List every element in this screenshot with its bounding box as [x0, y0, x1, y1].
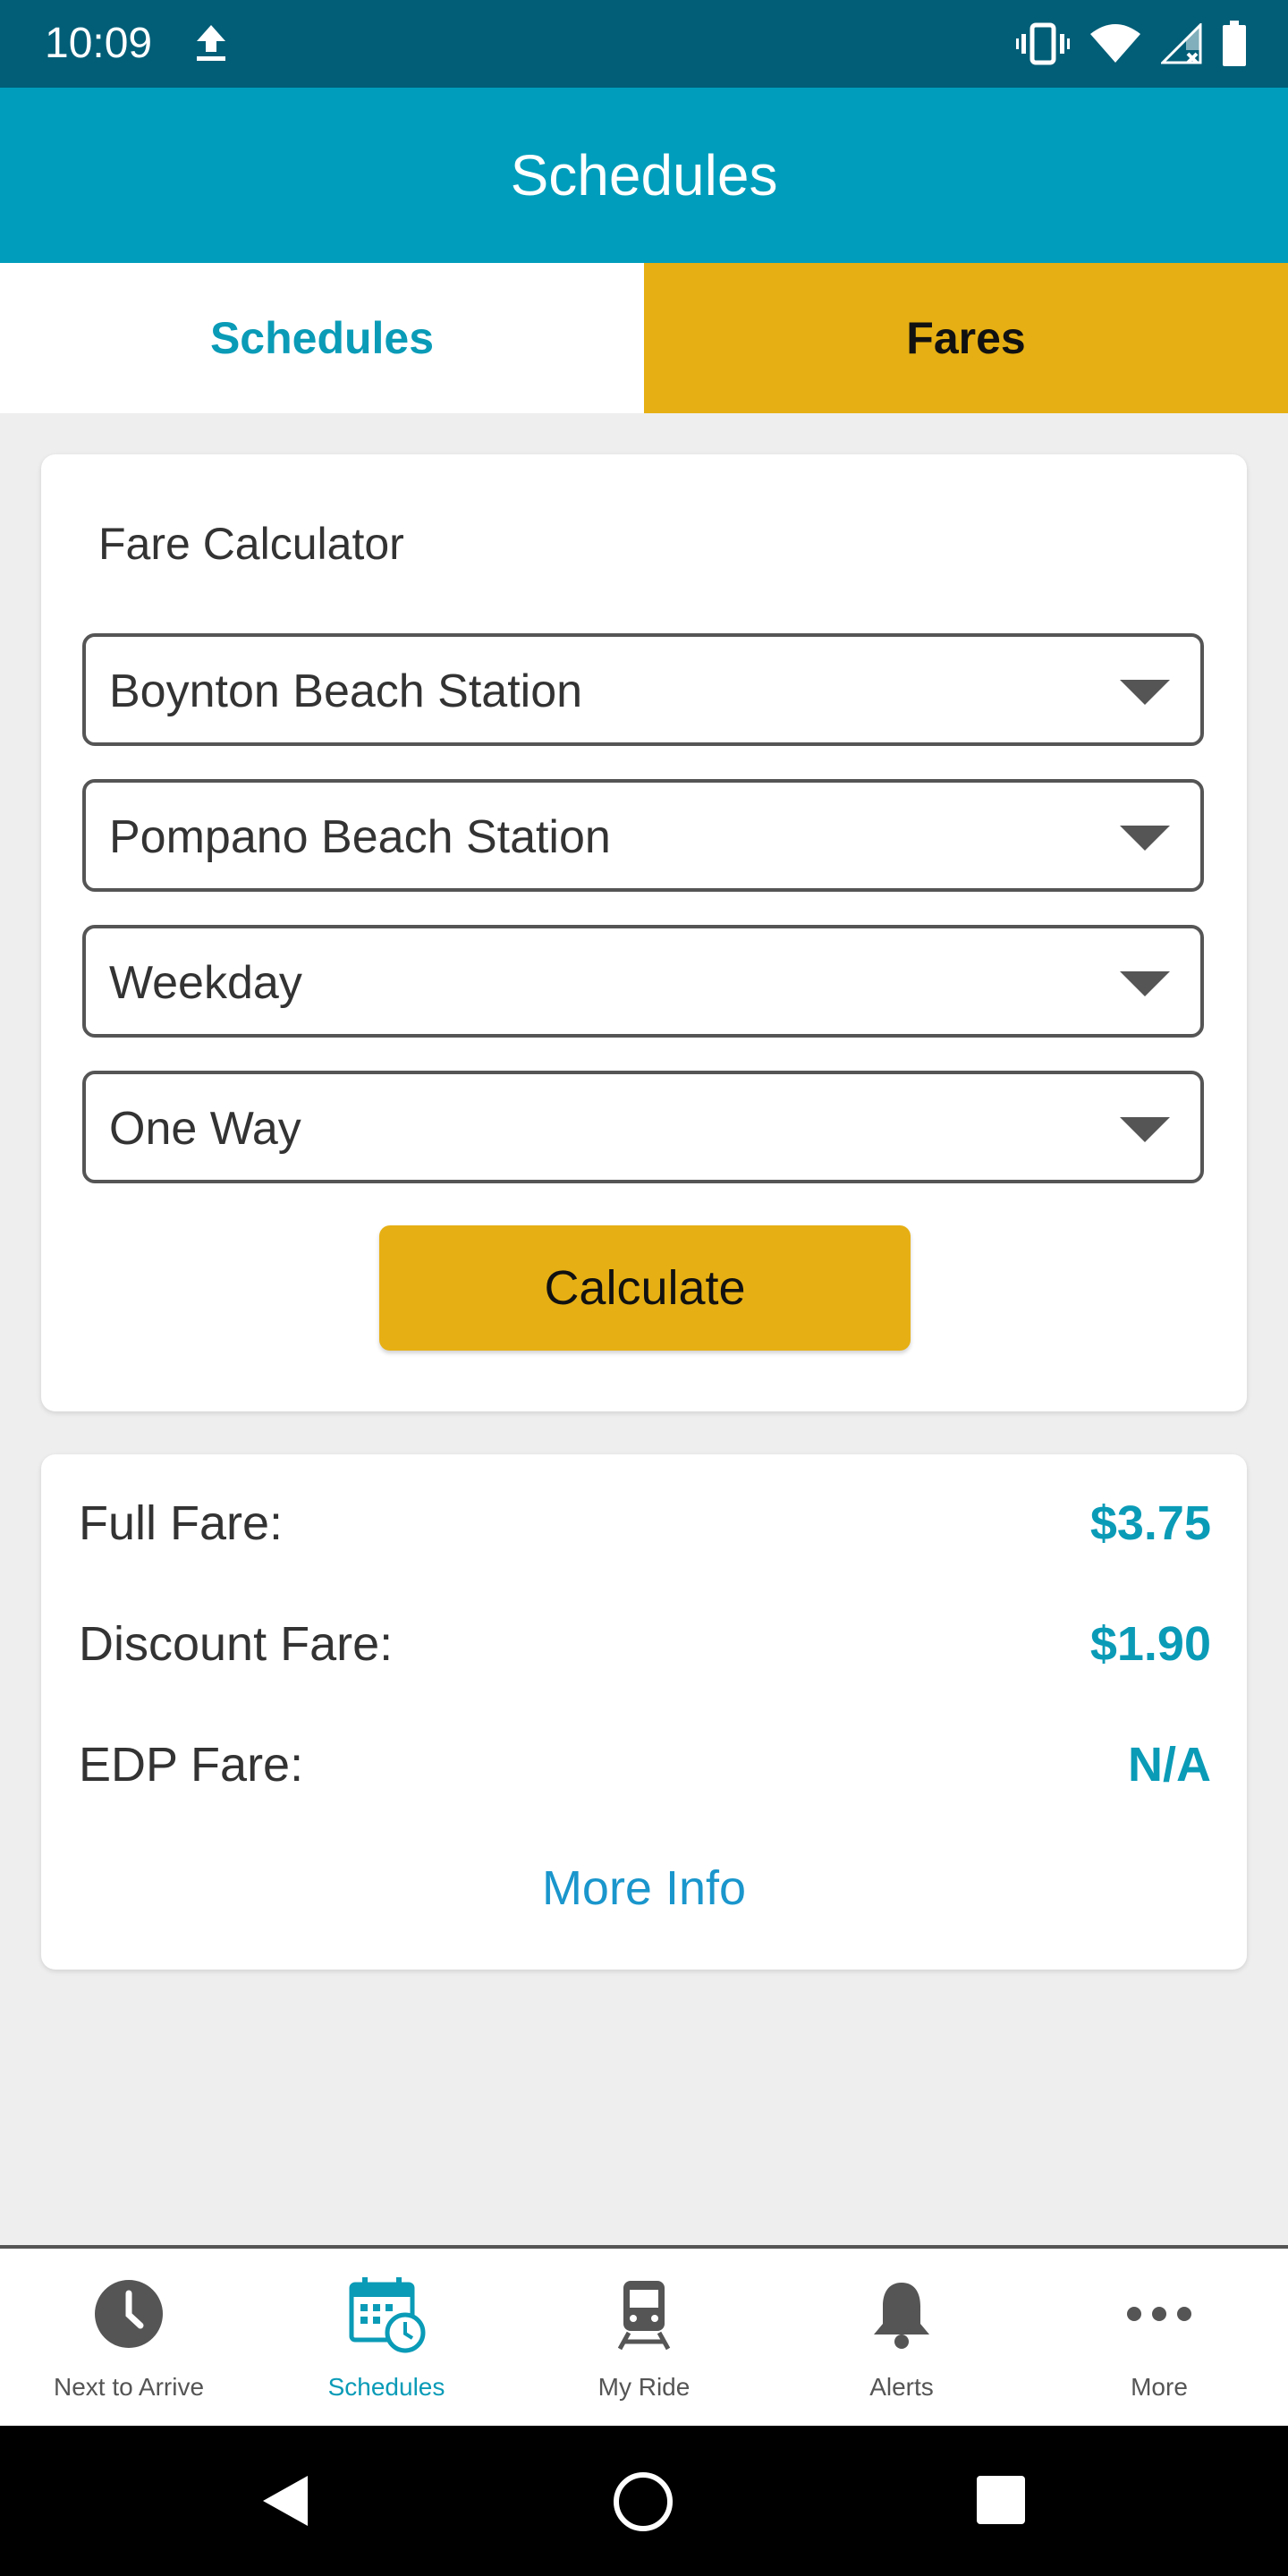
- fare-row-full: Full Fare: $3.75: [79, 1492, 1211, 1555]
- fare-label: Full Fare:: [79, 1496, 284, 1550]
- nav-my-ride[interactable]: My Ride: [515, 2249, 773, 2426]
- fare-calculator-card: Fare Calculator Boynton Beach Station Po…: [41, 454, 1247, 1411]
- fare-row-discount: Discount Fare: $1.90: [79, 1613, 1211, 1675]
- calculate-button[interactable]: Calculate: [379, 1225, 911, 1351]
- trip-type-select[interactable]: One Way: [82, 1071, 1204, 1183]
- more-info-link[interactable]: More Info: [41, 1859, 1247, 1918]
- day-type-value: Weekday: [109, 957, 302, 1009]
- nav-label: More: [1131, 2373, 1188, 2401]
- upload-icon: [197, 25, 225, 61]
- bell-icon: [874, 2283, 929, 2349]
- tab-bar: Schedules Fares: [0, 263, 1288, 413]
- day-type-select[interactable]: Weekday: [82, 925, 1204, 1038]
- nav-schedules[interactable]: Schedules: [258, 2249, 515, 2426]
- nav-alerts[interactable]: Alerts: [773, 2249, 1030, 2426]
- calendar-clock-icon: [349, 2277, 426, 2353]
- system-nav-bar: [0, 2426, 1288, 2576]
- dropdown-arrow-icon: [1120, 1117, 1170, 1142]
- fare-amount: $3.75: [1089, 1496, 1211, 1550]
- dropdown-arrow-icon: [1120, 826, 1170, 851]
- fare-amount: $1.90: [1089, 1617, 1211, 1671]
- fare-results-card: Full Fare: $3.75 Discount Fare: $1.90 ED…: [41, 1454, 1247, 1970]
- status-time: 10:09: [45, 20, 153, 67]
- nav-label: Schedules: [327, 2373, 445, 2401]
- fare-row-edp: EDP Fare: N/A: [79, 1733, 1211, 1796]
- fare-amount: N/A: [1128, 1738, 1211, 1792]
- destination-select[interactable]: Pompano Beach Station: [82, 779, 1204, 892]
- status-icons: [1016, 20, 1247, 68]
- app-bar: Schedules: [0, 88, 1288, 263]
- nav-more[interactable]: More: [1030, 2249, 1288, 2426]
- recents-icon[interactable]: [977, 2476, 1025, 2524]
- fare-label: Discount Fare:: [79, 1617, 394, 1671]
- nav-label: Next to Arrive: [53, 2373, 205, 2401]
- destination-value: Pompano Beach Station: [109, 811, 611, 863]
- signal-no-data-icon: [1161, 23, 1202, 64]
- train-icon: [617, 2281, 671, 2351]
- battery-icon: [1223, 21, 1246, 66]
- tab-schedules[interactable]: Schedules: [0, 263, 644, 413]
- nav-next-to-arrive[interactable]: Next to Arrive: [0, 2249, 258, 2426]
- clock-icon: [95, 2280, 163, 2348]
- fare-calculator-title: Fare Calculator: [98, 519, 404, 569]
- fare-label: EDP Fare:: [79, 1738, 304, 1792]
- origin-value: Boynton Beach Station: [109, 665, 583, 717]
- vibrate-icon: [1016, 22, 1070, 65]
- nav-label: Alerts: [869, 2373, 934, 2401]
- more-dots-icon: [1127, 2307, 1191, 2321]
- dropdown-arrow-icon: [1120, 680, 1170, 705]
- bottom-nav: Next to Arrive Schedules My Ride Alerts …: [0, 2245, 1288, 2426]
- nav-label: My Ride: [597, 2373, 691, 2401]
- status-bar: 10:09: [0, 0, 1288, 88]
- trip-type-value: One Way: [109, 1103, 301, 1155]
- page-title: Schedules: [510, 143, 778, 208]
- tab-fares[interactable]: Fares: [644, 263, 1288, 413]
- dropdown-arrow-icon: [1120, 971, 1170, 996]
- home-icon[interactable]: [614, 2472, 673, 2531]
- wifi-icon: [1090, 24, 1140, 63]
- origin-select[interactable]: Boynton Beach Station: [82, 633, 1204, 746]
- back-icon[interactable]: [259, 2474, 309, 2528]
